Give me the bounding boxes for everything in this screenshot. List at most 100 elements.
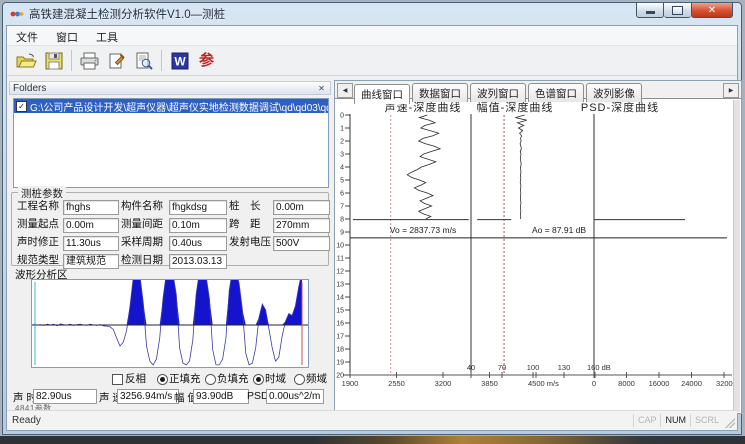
param-label: 测量间距	[121, 218, 167, 233]
minimize-button[interactable]	[636, 3, 664, 18]
reading-value[interactable]: 0.00us^2/m	[266, 389, 324, 404]
param-label: 检测日期	[121, 254, 167, 269]
tab-1[interactable]: 数据窗口	[412, 83, 468, 102]
svg-text:11: 11	[337, 256, 344, 263]
maximize-button[interactable]	[664, 3, 691, 18]
svg-text:16000: 16000	[649, 379, 670, 388]
param-value[interactable]: 0.00m	[273, 200, 330, 215]
close-button[interactable]: ✕	[691, 3, 733, 18]
reading-fields: 声 时82.90us声 速3256.94m/s幅 值93.90dBPSD0.00…	[9, 389, 331, 404]
fill-positive-radio[interactable]	[157, 374, 168, 385]
print-setup-icon	[108, 52, 126, 70]
waveform-box[interactable]	[31, 279, 309, 368]
fill-positive-label: 正填充	[169, 373, 201, 385]
param-value[interactable]: 270mm	[273, 218, 330, 233]
svg-text:4: 4	[340, 165, 344, 172]
freq-domain-radio[interactable]	[294, 374, 305, 385]
svg-text:9: 9	[340, 230, 344, 237]
svg-text:17: 17	[336, 334, 344, 341]
param-value[interactable]: 0.00m	[63, 218, 119, 233]
invert-checkbox[interactable]	[112, 374, 123, 385]
save-button[interactable]	[40, 48, 67, 73]
time-domain-radio[interactable]	[253, 374, 264, 385]
tab-scroll-left-button[interactable]: ◀	[337, 83, 353, 98]
param-value[interactable]: fhghs	[63, 200, 119, 215]
param-value[interactable]: 11.30us	[63, 236, 119, 251]
svg-text:1900: 1900	[342, 379, 359, 388]
curve-pane: ◀ 曲线窗口数据窗口波列窗口色谱窗口波列影像 ▶ 012345678910111…	[334, 80, 742, 414]
reading-value[interactable]: 3256.94m/s	[117, 389, 179, 404]
screen: 高铁建混凝土检测分析软件V1.0—测桩 ✕ 文件窗口工具 W参 Folders …	[0, 0, 745, 444]
app-window: 高铁建混凝土检测分析软件V1.0—测桩 ✕ 文件窗口工具 W参 Folders …	[2, 2, 742, 435]
invert-label: 反相	[125, 373, 146, 385]
svg-text:14: 14	[336, 295, 344, 302]
tabs: 曲线窗口数据窗口波列窗口色谱窗口波列影像	[354, 83, 644, 103]
word-export-button[interactable]: W	[166, 48, 193, 73]
amplitude-depth-curve	[515, 115, 526, 219]
toolbar: W参	[7, 46, 737, 76]
arrow-right-icon: ▶	[729, 87, 734, 94]
window-body: 文件窗口工具 W参 Folders ✕ ✓G:\公司产品设计开发\超声仪器\超声…	[6, 25, 738, 431]
param-value[interactable]: fhgkdsg	[169, 200, 227, 215]
resize-grip[interactable]	[725, 418, 735, 428]
folder-checkbox[interactable]: ✓	[16, 101, 27, 112]
menu-item-2[interactable]: 工具	[87, 26, 127, 45]
tab-2[interactable]: 波列窗口	[470, 83, 526, 102]
parameters-button[interactable]: 参	[193, 48, 220, 73]
svg-text:8: 8	[340, 217, 344, 224]
svg-text:160 dB: 160 dB	[587, 363, 611, 372]
print-preview-icon	[135, 52, 153, 70]
pile-params-group: 测桩参数 工程名称fhghs构件名称fhgkdsg桩 长0.00m测量起点0.0…	[11, 192, 329, 266]
param-value[interactable]: 0.40us	[169, 236, 227, 251]
tab-scroll-right-button[interactable]: ▶	[723, 83, 739, 98]
svg-text:W: W	[174, 54, 186, 68]
titlebar: 高铁建混凝土检测分析软件V1.0—测桩 ✕	[3, 3, 741, 25]
chart-vscrollbar[interactable]	[733, 100, 740, 412]
svg-text:24000: 24000	[681, 379, 702, 388]
param-value[interactable]: 0.10m	[169, 218, 227, 233]
open-button[interactable]	[13, 48, 40, 73]
svg-text:70: 70	[498, 363, 506, 372]
menu-item-0[interactable]: 文件	[7, 26, 47, 45]
print-button[interactable]	[76, 48, 103, 73]
arrow-left-icon: ◀	[343, 87, 348, 94]
pane-close-button[interactable]: ✕	[316, 83, 327, 94]
app-icon	[10, 8, 24, 20]
tab-3[interactable]: 色谱窗口	[528, 83, 584, 102]
param-value[interactable]: 建筑规范	[63, 254, 119, 269]
reading-value[interactable]: 82.90us	[33, 389, 97, 404]
print-setup-button[interactable]	[103, 48, 130, 73]
reading-value[interactable]: 93.90dB	[193, 389, 249, 404]
chart-annotation: Vo = 2837.73 m/s	[390, 225, 456, 235]
desktop-strip	[0, 436, 745, 444]
svg-text:3200: 3200	[435, 379, 452, 388]
svg-text:6: 6	[340, 191, 344, 198]
parameters-icon: 参	[199, 53, 214, 68]
tab-0[interactable]: 曲线窗口	[354, 84, 410, 104]
svg-text:0: 0	[340, 113, 344, 120]
print-preview-button[interactable]	[130, 48, 157, 73]
keyboard-indicators: CAPNUMSCRL	[633, 414, 723, 427]
indicator-scrl: SCRL	[690, 414, 723, 427]
svg-text:5: 5	[340, 178, 344, 185]
file-list[interactable]: ✓G:\公司产品设计开发\超声仪器\超声仪实地检测数据调试\qd\qd03\qd…	[13, 98, 329, 188]
depth-curves-canvas: 01234567891011121314151617181920声速-深度曲线1…	[335, 102, 735, 404]
menu-item-1[interactable]: 窗口	[47, 26, 87, 45]
param-value[interactable]: 500V	[273, 236, 330, 251]
svg-text:19: 19	[336, 360, 344, 367]
folder-item[interactable]: ✓G:\公司产品设计开发\超声仪器\超声仪实地检测数据调试\qd\qd03\qd…	[14, 99, 328, 113]
svg-text:10: 10	[336, 243, 344, 250]
svg-text:2: 2	[340, 139, 344, 146]
param-label: 发射电压	[229, 236, 271, 251]
velocity-depth-curve	[407, 115, 440, 219]
svg-text:130: 130	[558, 363, 571, 372]
folders-pane: Folders ✕ ✓G:\公司产品设计开发\超声仪器\超声仪实地检测数据调试\…	[9, 81, 331, 413]
folders-title: Folders	[13, 83, 46, 94]
svg-text:8000: 8000	[618, 379, 635, 388]
fill-negative-radio[interactable]	[205, 374, 216, 385]
svg-text:4500 m/s: 4500 m/s	[528, 379, 559, 388]
maximize-icon	[672, 6, 683, 15]
param-value[interactable]: 2013.03.13	[169, 254, 227, 269]
tab-4[interactable]: 波列影像	[586, 83, 642, 102]
toolbar-separator	[161, 50, 162, 71]
